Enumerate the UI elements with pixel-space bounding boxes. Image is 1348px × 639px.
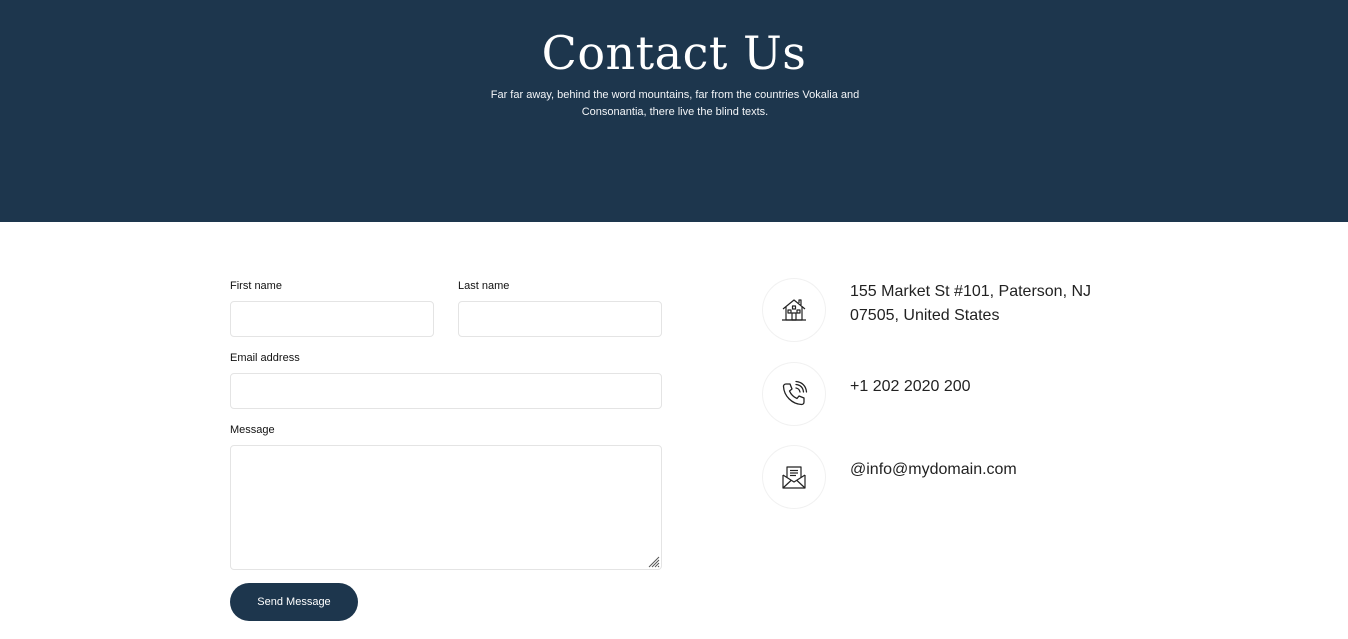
phone-text: +1 202 2020 200	[850, 378, 971, 395]
resize-grip-icon[interactable]	[646, 554, 660, 568]
email-label: Email address	[230, 352, 300, 364]
page-subtitle: Far far away, behind the word mountains,…	[490, 89, 860, 118]
address-icon-circle	[763, 279, 825, 341]
message-label: Message	[230, 424, 275, 436]
last-name-input[interactable]	[458, 301, 662, 337]
last-name-label: Last name	[458, 280, 510, 292]
message-textarea[interactable]	[230, 445, 662, 570]
phone-icon-circle	[763, 363, 825, 425]
first-name-label: First name	[230, 280, 282, 292]
email-text: @info@mydomain.com	[850, 461, 1017, 478]
hero-banner: Contact Us Far far away, behind the word…	[0, 0, 1348, 222]
house-icon	[782, 299, 806, 321]
email-input[interactable]	[230, 373, 662, 409]
envelope-icon	[782, 466, 806, 489]
send-message-button[interactable]: Send Message	[230, 583, 358, 621]
first-name-input[interactable]	[230, 301, 434, 337]
address-text: 155 Market St #101, Paterson, NJ 07505, …	[850, 283, 1092, 324]
page-title: Contact Us	[541, 26, 807, 80]
phone-icon	[782, 380, 808, 406]
email-icon-circle	[763, 446, 825, 508]
